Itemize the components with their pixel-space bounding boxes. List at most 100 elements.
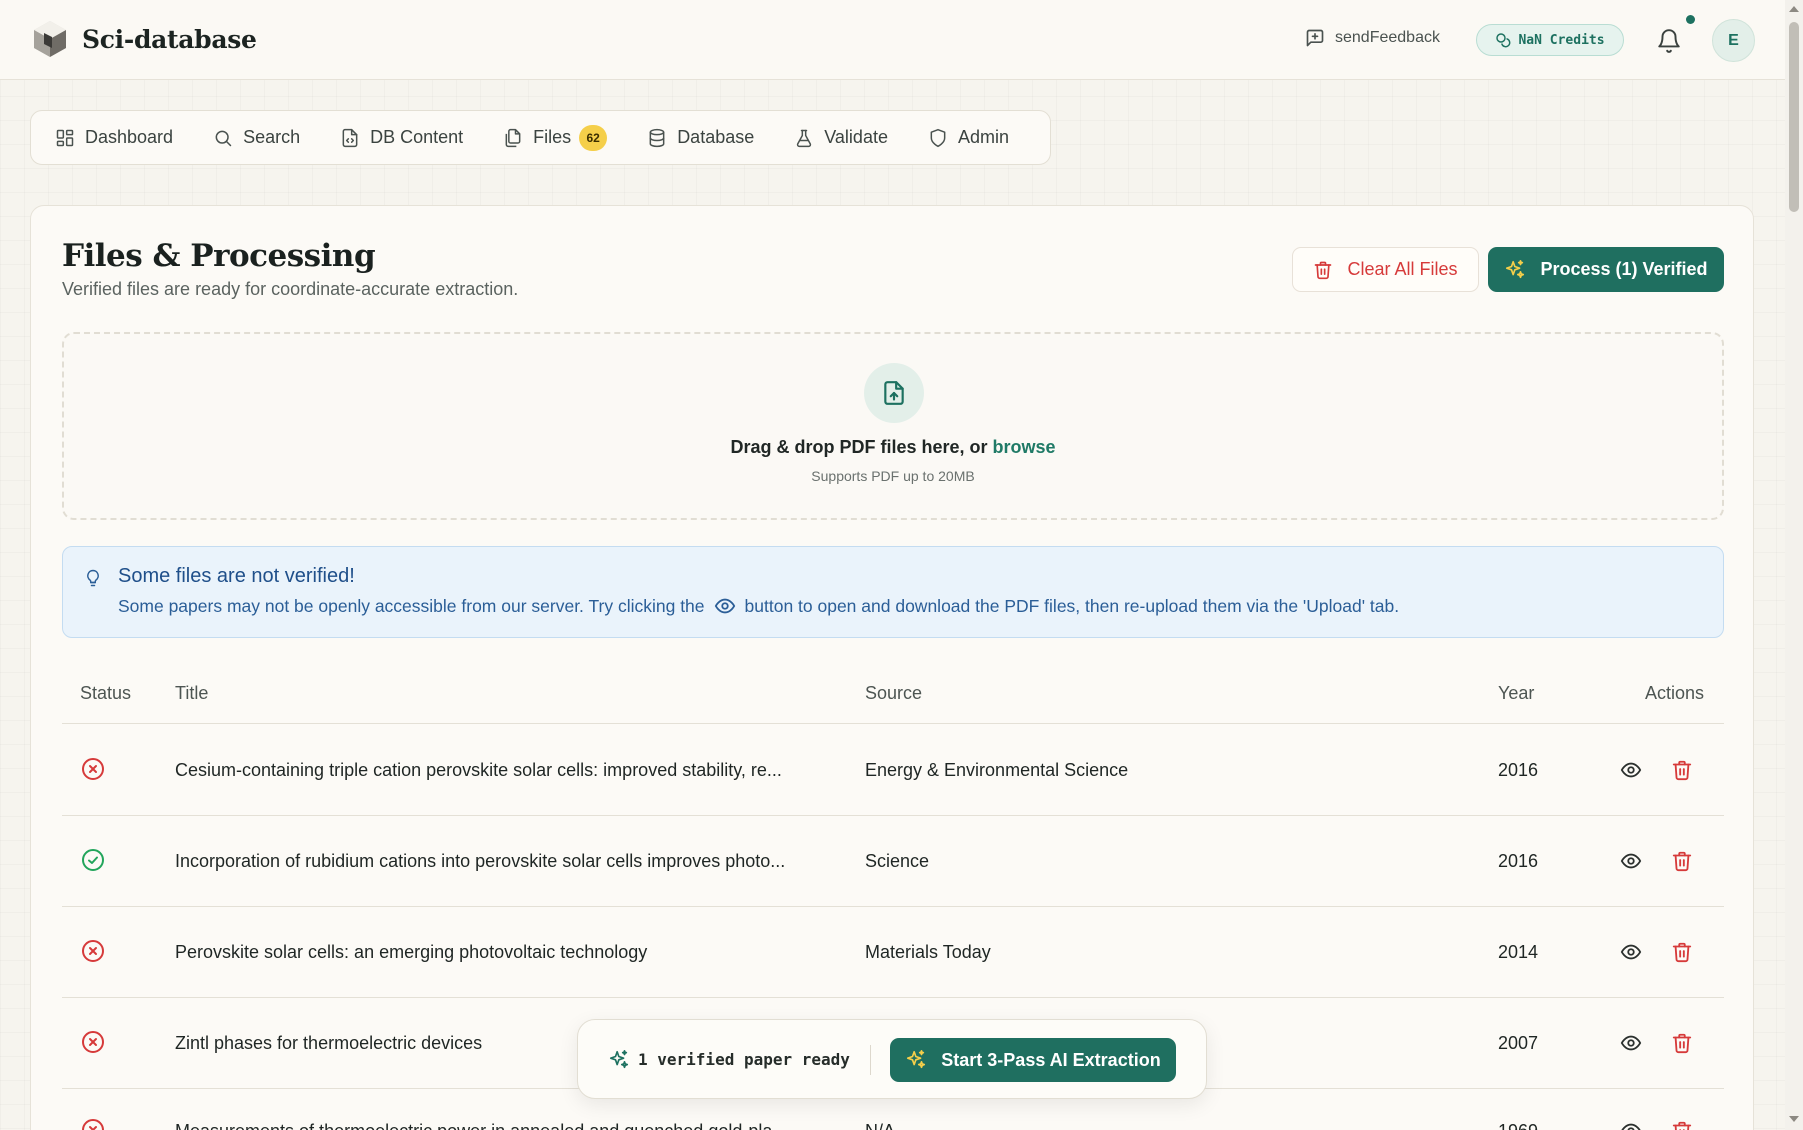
nav-label: DB Content	[370, 127, 464, 147]
row-title: Perovskite solar cells: an emerging phot…	[175, 942, 648, 962]
table-row: Perovskite solar cells: an emerging phot…	[62, 907, 1724, 998]
start-extraction-label: Start 3-Pass AI Extraction	[941, 1049, 1161, 1070]
main-nav: Dashboard Search DB Content Files 62 Dat…	[30, 110, 1051, 165]
row-source: Science	[865, 851, 930, 871]
sparkles-icon	[907, 1050, 926, 1069]
scroll-down-arrow-icon[interactable]	[1788, 1114, 1800, 1124]
send-feedback-button[interactable]: sendFeedback	[1305, 28, 1440, 48]
nav-item-admin[interactable]: Admin	[928, 127, 1009, 148]
row-source: N/A	[865, 1121, 895, 1130]
floating-action-bar: 1 verified paper ready Start 3-Pass AI E…	[577, 1019, 1207, 1099]
page-scrollbar[interactable]	[1785, 0, 1803, 1130]
eye-icon[interactable]	[1620, 1032, 1642, 1054]
divider	[870, 1045, 871, 1075]
files-card: Files & Processing Verified files are re…	[30, 205, 1754, 1130]
nav-label: Validate	[824, 127, 888, 147]
eye-icon	[714, 598, 735, 614]
scroll-thumb[interactable]	[1789, 22, 1799, 212]
column-source[interactable]: Source	[865, 683, 922, 704]
trash-icon	[1315, 261, 1332, 279]
table-row: Incorporation of rubidium cations into p…	[62, 816, 1724, 907]
unverified-alert: Some files are not verified! Some papers…	[62, 546, 1724, 638]
x-circle-icon	[82, 1031, 104, 1053]
sparkles-icon	[1506, 259, 1525, 278]
check-circle-icon	[82, 849, 104, 871]
lightbulb-icon	[87, 569, 99, 587]
nav-item-db-content[interactable]: DB Content	[340, 127, 463, 148]
file-upload-icon	[884, 381, 904, 405]
upload-icon-wrap	[864, 363, 924, 423]
credits-badge[interactable]: NaN Credits	[1476, 24, 1624, 56]
dropzone-text: Drag & drop PDF files here, or browse	[64, 437, 1722, 458]
row-year: 1969	[1498, 1121, 1538, 1130]
browse-link[interactable]: browse	[993, 437, 1056, 457]
x-circle-icon	[82, 758, 104, 780]
nav-label: Search	[243, 127, 301, 147]
database-icon	[649, 128, 665, 147]
nav-label: Database	[677, 127, 755, 147]
row-source: Materials Today	[865, 942, 991, 962]
top-bar: Sci-database sendFeedback NaN Credits E	[0, 0, 1785, 80]
table-row: Cesium-containing triple cation perovski…	[62, 725, 1724, 816]
row-year: 2016	[1498, 760, 1539, 780]
table-header: Status Title Source Year Actions	[62, 676, 1724, 724]
column-status[interactable]: Status	[80, 683, 131, 704]
nav-item-database[interactable]: Database	[647, 127, 754, 148]
column-actions: Actions	[1645, 683, 1705, 703]
row-title: Incorporation of rubidium cations into p…	[175, 851, 786, 871]
start-extraction-button[interactable]: Start 3-Pass AI Extraction	[890, 1038, 1176, 1082]
alert-body: Some papers may not be openly accessible…	[118, 595, 1399, 617]
row-title: Cesium-containing triple cation perovski…	[175, 760, 782, 780]
brand-name: Sci-database	[82, 24, 257, 54]
notification-dot	[1686, 15, 1695, 24]
alert-body-before: Some papers may not be openly accessible…	[118, 595, 705, 616]
alert-body-after: button to open and download the PDF file…	[744, 595, 1400, 616]
page-title: Files & Processing	[62, 238, 376, 274]
alert-title: Some files are not verified!	[118, 565, 355, 587]
trash-icon[interactable]	[1671, 850, 1693, 872]
page-subtitle: Verified files are ready for coordinate-…	[62, 279, 519, 299]
verified-ready-text: 1 verified paper ready	[638, 1050, 850, 1069]
file-code-icon	[342, 128, 358, 147]
cube-logo-icon	[34, 21, 66, 57]
scroll-up-arrow-icon[interactable]	[1788, 4, 1800, 14]
search-icon	[215, 130, 232, 146]
files-icon	[505, 128, 521, 147]
eye-icon[interactable]	[1620, 759, 1642, 781]
files-count-badge: 62	[579, 124, 608, 151]
pdf-dropzone[interactable]: Drag & drop PDF files here, or browse Su…	[62, 332, 1724, 520]
clear-all-files-button[interactable]: Clear All Files	[1292, 247, 1479, 292]
row-year: 2007	[1498, 1033, 1539, 1053]
nav-item-search[interactable]: Search	[213, 127, 300, 148]
eye-icon[interactable]	[1620, 941, 1642, 963]
trash-icon[interactable]	[1671, 1120, 1693, 1130]
eye-icon[interactable]	[1620, 1120, 1642, 1130]
process-verified-button[interactable]: Process (1) Verified	[1488, 247, 1724, 292]
nav-item-dashboard[interactable]: Dashboard	[55, 127, 173, 148]
dropzone-prompt: Drag & drop PDF files here, or	[730, 437, 993, 457]
bell-icon[interactable]	[1656, 28, 1682, 54]
row-title: Measurements of thermoelectric power in …	[175, 1121, 787, 1130]
column-title[interactable]: Title	[175, 683, 208, 704]
brand[interactable]: Sci-database	[30, 18, 257, 60]
dropzone-hint: Supports PDF up to 20MB	[811, 468, 975, 484]
nav-item-validate[interactable]: Validate	[794, 127, 888, 148]
flask-icon	[797, 129, 812, 147]
x-circle-icon	[82, 940, 104, 962]
trash-icon[interactable]	[1671, 759, 1693, 781]
row-year: 2014	[1498, 942, 1539, 962]
column-year[interactable]: Year	[1498, 683, 1534, 704]
send-feedback-label: sendFeedback	[1335, 29, 1440, 46]
avatar[interactable]: E	[1712, 19, 1755, 62]
trash-icon[interactable]	[1671, 1032, 1693, 1054]
row-source: Energy & Environmental Science	[865, 760, 1129, 780]
trash-icon[interactable]	[1671, 941, 1693, 963]
row-title: Zintl phases for thermoelectric devices	[175, 1033, 483, 1053]
eye-icon[interactable]	[1620, 850, 1642, 872]
sparkles-icon	[609, 1050, 629, 1069]
nav-item-files[interactable]: Files 62	[503, 124, 608, 151]
process-verified-label: Process (1) Verified	[1540, 259, 1708, 279]
nav-label: Admin	[957, 127, 1009, 147]
clear-all-files-label: Clear All Files	[1347, 259, 1458, 279]
coins-icon	[1496, 33, 1511, 48]
